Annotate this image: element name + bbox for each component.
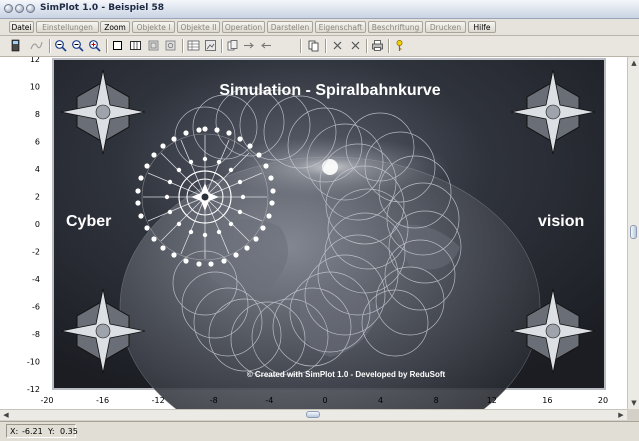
window-close-button[interactable] xyxy=(4,4,13,13)
menu-objekte-2[interactable]: Objekte II xyxy=(177,21,220,33)
status-bar: X: -6.21 Y: 0.35 xyxy=(0,421,639,441)
horizontal-scrollbar[interactable]: ◀ ▶ xyxy=(0,409,627,420)
horizontal-scroll-thumb[interactable] xyxy=(306,411,320,418)
grid-box-icon[interactable] xyxy=(146,38,161,53)
y-tick-label: 2 xyxy=(35,193,40,202)
scroll-down-icon[interactable]: ▼ xyxy=(629,398,639,408)
banner-title: Simulation - Spiralbahnkurve xyxy=(219,82,440,99)
x-tick-label: 20 xyxy=(598,396,608,405)
banner-image xyxy=(52,58,606,441)
banner-credit: © Created with SimPlot 1.0 - Developed b… xyxy=(247,370,446,379)
vertical-scrollbar[interactable]: ▲ ▼ xyxy=(627,57,639,409)
x-axis: -20 -16 -12 -8 -4 0 4 8 12 16 20 xyxy=(40,396,608,405)
x-tick-label: 16 xyxy=(542,396,552,405)
toolbar-separator xyxy=(366,39,368,53)
x-tick-label: 8 xyxy=(434,396,439,405)
x-tick-label: -4 xyxy=(265,396,273,405)
printer-icon[interactable] xyxy=(370,38,385,53)
table-icon[interactable] xyxy=(186,38,201,53)
y-tick-label: 0 xyxy=(35,220,40,229)
menu-objekte-1[interactable]: Objekte I xyxy=(132,21,175,33)
y-tick-label: -4 xyxy=(32,275,40,284)
zoom-out-icon[interactable] xyxy=(53,38,68,53)
title-bar: SimPlot 1.0 - Beispiel 58 xyxy=(0,0,639,19)
toolbar-separator xyxy=(325,39,327,53)
vertical-scroll-thumb[interactable] xyxy=(630,225,637,239)
x-tick-label: -12 xyxy=(152,396,165,405)
y-tick-label: -2 xyxy=(32,248,40,257)
y-tick-label: -10 xyxy=(27,358,40,367)
banner-left-word: Cyber xyxy=(66,213,111,230)
menu-beschriftung[interactable]: Beschriftung xyxy=(368,21,423,33)
x-tick-label: -16 xyxy=(96,396,109,405)
zoom-plus-icon[interactable] xyxy=(87,38,102,53)
plot-svg: Simulation - Spiralbahnkurve Cyber visio… xyxy=(27,55,608,441)
scroll-up-icon[interactable]: ▲ xyxy=(629,58,639,68)
status-y-value: 0.35 xyxy=(60,427,78,436)
menu-bar: Datei Einstellungen Zoom Objekte I Objek… xyxy=(0,19,639,36)
scroll-right-icon[interactable]: ▶ xyxy=(616,410,626,420)
status-y-label: Y: xyxy=(48,427,55,436)
x-tick-label: -8 xyxy=(210,396,218,405)
y-tick-label: -8 xyxy=(32,330,40,339)
x-tick-label: 0 xyxy=(322,396,327,405)
arrow-right-icon[interactable] xyxy=(241,38,256,53)
toolbar-separator xyxy=(182,39,184,53)
y-tick-label: 10 xyxy=(30,83,40,92)
curve-icon[interactable] xyxy=(29,38,44,53)
x-tick-label: -20 xyxy=(40,396,53,405)
menu-hilfe[interactable]: Hilfe xyxy=(468,21,496,33)
cross-icon[interactable] xyxy=(330,38,345,53)
y-tick-label: 8 xyxy=(35,110,40,119)
menu-datei[interactable]: Datei xyxy=(9,21,34,33)
x-tick-label: 12 xyxy=(487,396,497,405)
status-x-value: -6.21 xyxy=(22,427,43,436)
menu-zoom[interactable]: Zoom xyxy=(100,21,130,33)
toolbar-separator xyxy=(221,39,223,53)
menu-operation[interactable]: Operation xyxy=(222,21,265,33)
y-tick-label: -6 xyxy=(32,303,40,312)
status-x-label: X: xyxy=(10,427,19,436)
paste-icon[interactable] xyxy=(225,38,240,53)
toolbar-separator xyxy=(49,39,51,53)
banner-right-word: vision xyxy=(538,213,584,230)
square-icon[interactable] xyxy=(110,38,125,53)
scroll-left-icon[interactable]: ◀ xyxy=(1,410,11,420)
calculator-icon[interactable] xyxy=(8,38,23,53)
copy-icon[interactable] xyxy=(306,38,321,53)
toolbar-separator xyxy=(106,39,108,53)
x-tick-label: 4 xyxy=(378,396,383,405)
y-tick-label: -12 xyxy=(27,385,40,394)
cross-2-icon[interactable] xyxy=(348,38,363,53)
window-title: SimPlot 1.0 - Beispiel 58 xyxy=(40,3,164,13)
grid-box-2-icon[interactable] xyxy=(163,38,178,53)
zoom-in-icon[interactable] xyxy=(70,38,85,53)
menu-darstellen[interactable]: Darstellen xyxy=(267,21,313,33)
plot-canvas[interactable]: Simulation - Spiralbahnkurve Cyber visio… xyxy=(0,55,627,441)
menu-eigenschaft[interactable]: Eigenschaft xyxy=(315,21,366,33)
arrow-left-icon[interactable] xyxy=(259,38,274,53)
toolbar-separator xyxy=(300,39,302,53)
menu-einstellungen[interactable]: Einstellungen xyxy=(36,21,99,33)
toolbar-separator xyxy=(388,39,390,53)
y-tick-label: 12 xyxy=(30,57,40,64)
toolbar xyxy=(0,36,639,57)
y-tick-label: 6 xyxy=(35,138,40,147)
menu-drucken[interactable]: Drucken xyxy=(425,21,466,33)
image-frame-icon[interactable] xyxy=(203,38,218,53)
y-axis: 12 10 8 6 4 2 0 -2 -4 -6 -8 -10 -12 xyxy=(27,55,40,394)
y-tick-label: 4 xyxy=(35,165,40,174)
grid-dots-icon[interactable] xyxy=(128,38,143,53)
help-key-icon[interactable] xyxy=(392,38,407,53)
window-minimize-button[interactable] xyxy=(15,4,24,13)
window-maximize-button[interactable] xyxy=(26,4,35,13)
